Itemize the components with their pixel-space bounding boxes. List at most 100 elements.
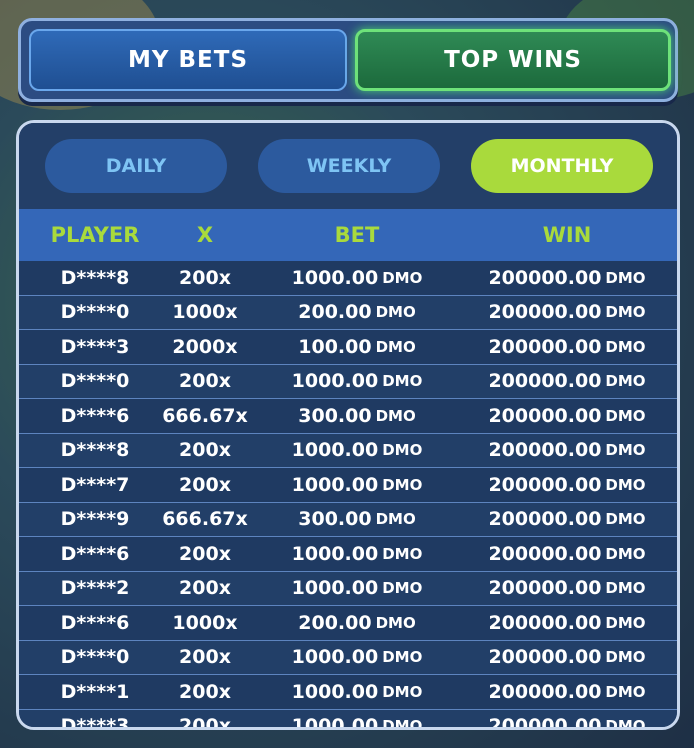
player-cell: D****0 (60, 301, 130, 324)
currency-label: DMO (382, 475, 423, 494)
bet-cell: 1000.00 DMO (291, 473, 423, 496)
table-row: D****3 200x 1000.00 DMO 200000.00 DMO (19, 709, 677, 730)
tab-bar: MY BETS TOP WINS (18, 18, 678, 102)
player-cell: D****8 (60, 439, 130, 462)
bet-cell: 1000.00 DMO (291, 577, 423, 600)
table-row: D****6 1000x 200.00 DMO 200000.00 DMO (19, 606, 677, 641)
currency-label: DMO (375, 303, 416, 322)
win-cell: 200000.00 DMO (488, 508, 646, 531)
player-cell: D****0 (60, 646, 130, 669)
bet-cell: 1000.00 DMO (291, 439, 423, 462)
multiplier-cell: 200x (179, 646, 231, 669)
currency-label: DMO (382, 544, 423, 563)
multiplier-cell: 200x (179, 680, 231, 703)
multiplier-cell: 200x (179, 577, 231, 600)
multiplier-cell: 200x (179, 473, 231, 496)
bet-cell: 1000.00 DMO (257, 710, 457, 730)
table-row: D****0 200x 1000.00 DMO 200000.00 DMO (19, 640, 677, 675)
column-header-bet: BET (334, 223, 380, 247)
currency-label: DMO (605, 682, 646, 701)
currency-label: DMO (375, 337, 416, 356)
win-cell: 200000.00 DMO (488, 301, 646, 324)
player-cell: D****2 (60, 577, 130, 600)
win-cell: 200000.00 DMO (488, 266, 646, 289)
win-cell: 200000.00 DMO (488, 370, 646, 393)
bet-cell: 200.00 DMO (298, 611, 416, 634)
table-row: D****0 1000x 200.00 DMO 200000.00 DMO (19, 295, 677, 330)
multiplier-cell: 1000x (172, 611, 238, 634)
player-cell: D****3 (60, 715, 130, 730)
currency-label: DMO (382, 441, 423, 460)
bet-cell: 1000.00 DMO (291, 370, 423, 393)
win-cell: 200000.00 DMO (488, 542, 646, 565)
currency-label: DMO (605, 475, 646, 494)
multiplier-cell: 200x (179, 439, 231, 462)
column-header-win: WIN (542, 223, 592, 247)
filter-monthly-button[interactable]: MONTHLY (471, 139, 653, 193)
currency-label: DMO (605, 544, 646, 563)
table-row: D****6 666.67x 300.00 DMO 200000.00 DMO (19, 399, 677, 434)
tab-my-bets[interactable]: MY BETS (29, 29, 347, 91)
bet-cell: 1000.00 DMO (291, 266, 423, 289)
currency-label: DMO (605, 337, 646, 356)
multiplier-cell: 2000x (172, 335, 238, 358)
player-cell: D****1 (60, 680, 130, 703)
currency-label: DMO (382, 579, 423, 598)
currency-label: DMO (382, 682, 423, 701)
bet-cell: 200.00 DMO (298, 301, 416, 324)
table-row: D****2 200x 1000.00 DMO 200000.00 DMO (19, 571, 677, 606)
multiplier-cell: 666.67x (162, 404, 248, 427)
table-row: D****9 666.67x 300.00 DMO 200000.00 DMO (19, 502, 677, 537)
bet-cell: 300.00 DMO (298, 404, 416, 427)
win-cell: 200000.00 DMO (488, 439, 646, 462)
table-row: D****3 2000x 100.00 DMO 200000.00 DMO (19, 330, 677, 365)
column-header-player: PLAYER (50, 223, 140, 247)
table-row: D****0 200x 1000.00 DMO 200000.00 DMO (19, 364, 677, 399)
currency-label: DMO (605, 372, 646, 391)
currency-label: DMO (382, 648, 423, 667)
multiplier-cell: 200x (179, 542, 231, 565)
filter-daily-button[interactable]: DAILY (45, 139, 227, 193)
filter-weekly-button[interactable]: WEEKLY (258, 139, 440, 193)
player-cell: D****8 (60, 266, 130, 289)
win-cell: 200000.00 DMO (457, 710, 677, 730)
bet-cell: 1000.00 DMO (291, 542, 423, 565)
multiplier-cell: 1000x (172, 301, 238, 324)
bet-cell: 1000.00 DMO (291, 646, 423, 669)
currency-label: DMO (605, 717, 646, 730)
bet-cell: 1000.00 DMO (291, 680, 423, 703)
win-cell: 200000.00 DMO (488, 335, 646, 358)
win-cell: 200000.00 DMO (488, 404, 646, 427)
multiplier-cell: 200x (179, 370, 231, 393)
currency-label: DMO (605, 406, 646, 425)
currency-label: DMO (382, 372, 423, 391)
currency-label: DMO (605, 510, 646, 529)
currency-label: DMO (382, 717, 423, 730)
win-cell: 200000.00 DMO (488, 577, 646, 600)
table-row: D****6 200x 1000.00 DMO 200000.00 DMO (19, 537, 677, 572)
multiplier-cell: 200x (179, 266, 231, 289)
table-row: D****8 200x 1000.00 DMO 200000.00 DMO (19, 433, 677, 468)
tab-top-wins[interactable]: TOP WINS (355, 29, 671, 91)
player-cell: D****6 (60, 404, 130, 427)
table-header: PLAYER X BET WIN (19, 209, 677, 261)
player-cell: D****6 (60, 542, 130, 565)
bet-cell: 100.00 DMO (298, 335, 416, 358)
currency-label: DMO (605, 579, 646, 598)
currency-label: DMO (605, 613, 646, 632)
player-cell: D****3 (60, 335, 130, 358)
currency-label: DMO (605, 648, 646, 667)
table-row: D****7 200x 1000.00 DMO 200000.00 DMO (19, 468, 677, 503)
currency-label: DMO (382, 268, 423, 287)
win-cell: 200000.00 DMO (488, 611, 646, 634)
table-row: D****1 200x 1000.00 DMO 200000.00 DMO (19, 675, 677, 710)
win-cell: 200000.00 DMO (488, 646, 646, 669)
win-cell: 200000.00 DMO (488, 680, 646, 703)
multiplier-cell: 666.67x (162, 508, 248, 531)
currency-label: DMO (605, 268, 646, 287)
multiplier-cell: 200x (179, 715, 231, 730)
currency-label: DMO (375, 510, 416, 529)
player-cell: D****0 (60, 370, 130, 393)
column-header-x: X (196, 223, 214, 247)
player-cell: D****9 (60, 508, 130, 531)
